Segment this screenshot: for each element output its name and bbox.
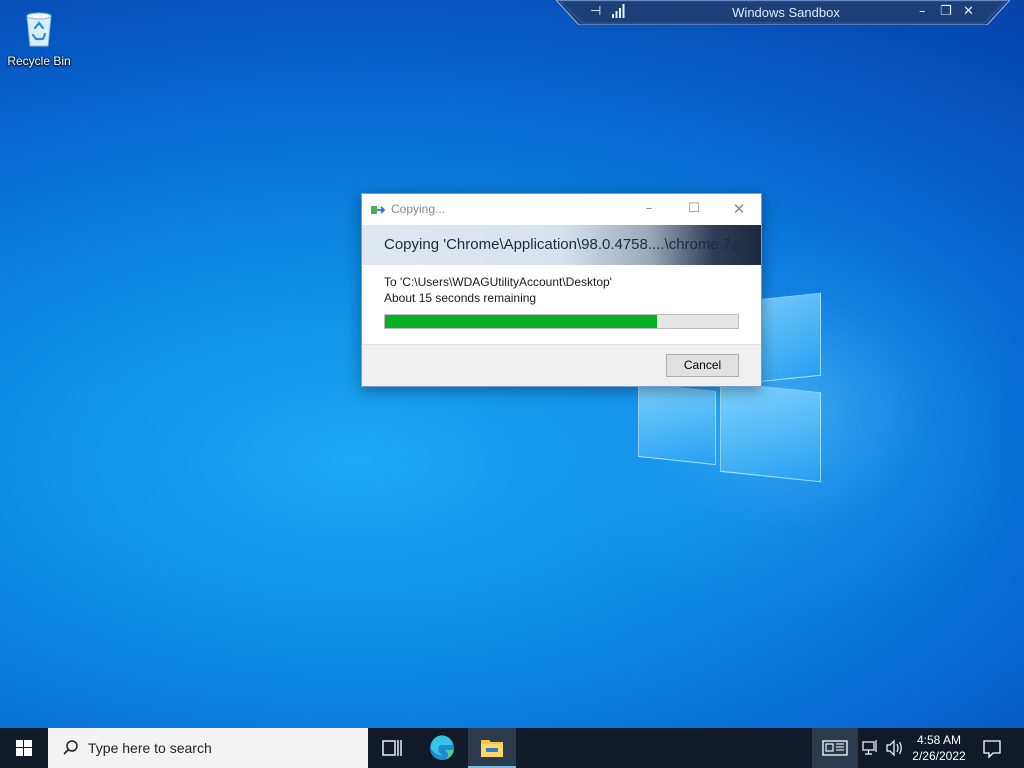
news-icon — [822, 740, 848, 756]
taskbar-edge[interactable] — [418, 728, 466, 768]
search-placeholder: Type here to search — [88, 740, 212, 756]
progress-fill — [385, 315, 657, 328]
search-icon — [63, 740, 78, 755]
windows-logo-pane — [720, 381, 821, 483]
task-view-icon — [382, 740, 402, 756]
taskbar: Type here to search 4:58 AM 2/26/2022 — [0, 728, 1024, 768]
clock-time: 4:58 AM — [916, 733, 962, 747]
destination-text: To 'C:\Users\WDAGUtilityAccount\Desktop' — [384, 275, 612, 289]
desktop-icon-recycle-bin[interactable]: Recycle Bin — [6, 8, 72, 68]
windows-start-icon — [16, 740, 32, 756]
dialog-close-button[interactable]: ✕ — [729, 200, 749, 218]
windows-logo-pane — [638, 382, 716, 466]
notification-center-button[interactable] — [978, 728, 1006, 768]
network-icon — [862, 740, 877, 755]
dialog-maximize-button[interactable]: ☐ — [684, 200, 704, 218]
dialog-title: Copying... — [391, 202, 446, 216]
edge-icon — [430, 735, 454, 761]
cancel-button[interactable]: Cancel — [666, 354, 739, 377]
recycle-bin-icon — [22, 8, 56, 48]
sandbox-connection-bar: ⊣ Windows Sandbox – ❐ ✕ — [556, 0, 1010, 25]
desktop-icon-label: Recycle Bin — [7, 54, 71, 68]
taskbar-news-button[interactable] — [812, 728, 858, 768]
tray-volume[interactable] — [884, 728, 906, 768]
copy-header-text: Copying 'Chrome\Application\98.0.4758...… — [384, 236, 739, 253]
close-icon[interactable]: ✕ — [963, 4, 974, 20]
copy-app-icon — [371, 206, 386, 214]
time-remaining-text: About 15 seconds remaining — [384, 291, 537, 305]
taskbar-clock[interactable]: 4:58 AM 2/26/2022 — [906, 732, 972, 764]
folder-icon — [481, 740, 503, 757]
volume-icon — [886, 739, 902, 757]
taskbar-task-view[interactable] — [368, 728, 416, 768]
copy-progress-bar — [384, 314, 739, 329]
tray-network[interactable] — [860, 728, 882, 768]
dialog-titlebar[interactable]: Copying... – ☐ ✕ — [362, 194, 761, 225]
pin-icon[interactable]: ⊣ — [590, 4, 601, 20]
notification-icon — [983, 740, 1001, 759]
dialog-minimize-button[interactable]: – — [639, 200, 659, 218]
clock-date: 2/26/2022 — [912, 749, 966, 763]
dialog-footer: Cancel — [362, 344, 761, 386]
dialog-body: To 'C:\Users\WDAGUtilityAccount\Desktop'… — [362, 265, 761, 346]
signal-icon — [612, 4, 625, 23]
sandbox-title: Windows Sandbox — [732, 5, 840, 20]
copy-progress-dialog: Copying... – ☐ ✕ Copying 'Chrome\Applica… — [361, 193, 762, 387]
dialog-header-banner: Copying 'Chrome\Application\98.0.4758...… — [362, 225, 761, 265]
taskbar-search-box[interactable]: Type here to search — [48, 728, 368, 768]
restore-icon[interactable]: ❐ — [940, 4, 952, 20]
minimize-icon[interactable]: – — [919, 4, 926, 20]
start-button[interactable] — [0, 728, 48, 768]
taskbar-file-explorer[interactable] — [468, 728, 516, 768]
